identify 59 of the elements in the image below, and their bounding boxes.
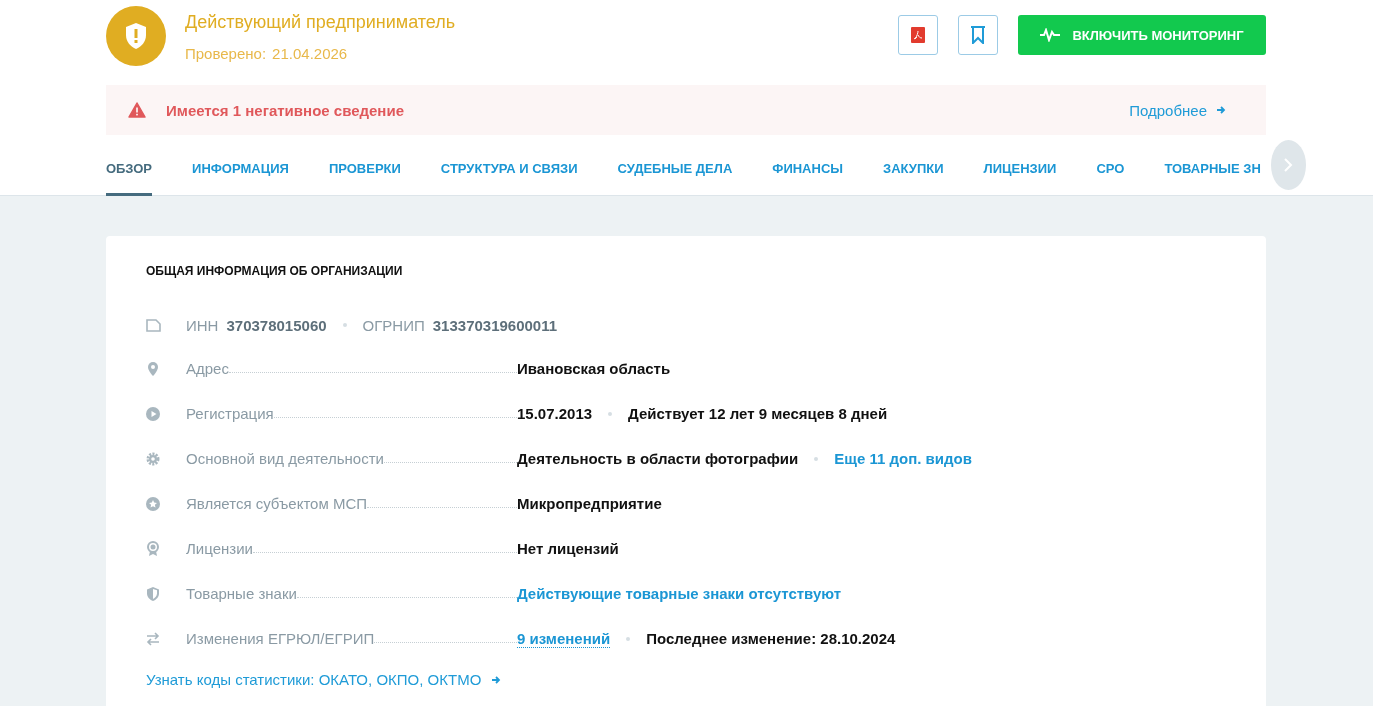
shield-warning-icon (106, 6, 166, 66)
field-label: Является субъектом МСП (186, 495, 367, 512)
id-value: 313370319600011 (432, 316, 558, 334)
tab[interactable]: ЗАКУПКИ (883, 134, 944, 196)
field-label: Адрес (186, 360, 229, 377)
field-label: Основной вид деятельности (186, 450, 384, 467)
value-link[interactable]: 9 изменений (517, 629, 611, 648)
tab[interactable]: ПРОВЕРКИ (328, 134, 401, 196)
checked-date: 21.04.2026 (272, 45, 348, 62)
chevron-right-icon (1283, 157, 1294, 173)
swap-arrows-icon (146, 630, 162, 647)
tab[interactable]: СТРУКТУРА И СВЯЗИ (440, 134, 578, 196)
separator-dot (814, 456, 819, 461)
field-value: Последнее изменение: 28.10.2024 (646, 630, 896, 647)
section-title: ОБЩАЯ ИНФОРМАЦИЯ ОБ ОРГАНИЗАЦИИ (146, 264, 404, 278)
document-icon (146, 318, 162, 332)
separator-dot (608, 411, 613, 416)
pulse-icon (1040, 28, 1061, 42)
arrow-right-icon (491, 674, 502, 685)
company-status: Действующий предприниматель (185, 12, 456, 33)
tab[interactable]: СРО (1096, 134, 1125, 196)
tab[interactable]: ФИНАНСЫ (772, 134, 843, 196)
value-link[interactable]: Действующие товарные знаки отсутствуют (517, 585, 842, 602)
field-value: Ивановская область (517, 360, 671, 377)
id-label: ИНН (186, 316, 219, 334)
field-label: Регистрация (186, 405, 274, 422)
field-value: Деятельность в области фотографии (517, 450, 799, 467)
pdf-icon (911, 27, 925, 43)
arrow-right-icon (1216, 105, 1226, 115)
tab[interactable]: СУДЕБНЫЕ ДЕЛА (617, 134, 733, 196)
separator-dot (626, 636, 631, 641)
pdf-button[interactable] (898, 15, 938, 55)
tab[interactable]: ТОВАРНЫЕ ЗН (1164, 134, 1261, 196)
details-link[interactable]: Подробнее (1129, 101, 1226, 119)
bookmark-button[interactable] (958, 15, 998, 55)
tab[interactable]: ЛИЦЕНЗИИ (983, 134, 1057, 196)
id-value: 370378015060 (226, 316, 327, 334)
statistics-codes-link[interactable]: Узнать коды статистики: ОКАТО, ОКПО, ОКТМО (146, 671, 1226, 688)
field-value: 15.07.2013 (517, 405, 593, 422)
medal-icon (146, 540, 162, 557)
tab[interactable]: ОБЗОР (106, 134, 153, 196)
field-label: Товарные знаки (186, 585, 297, 602)
play-icon (146, 405, 162, 422)
monitoring-button[interactable]: ВКЛЮЧИТЬ МОНИТОРИНГ (1018, 15, 1266, 55)
shield-icon (146, 585, 162, 602)
field-value: Микропредприятие (517, 495, 662, 512)
checked-label: Проверено: (185, 45, 267, 62)
tab[interactable]: ИНФОРМАЦИЯ (192, 134, 289, 196)
alert-message: Имеется 1 негативное сведение (166, 101, 404, 119)
field-label: Лицензии (186, 540, 253, 557)
warning-icon (128, 102, 146, 118)
bookmark-icon (970, 26, 986, 44)
separator-dot (342, 323, 347, 327)
id-label: ОГРНИП (362, 316, 425, 334)
field-value: Нет лицензий (517, 540, 619, 557)
field-value: Действует 12 лет 9 месяцев 8 дней (628, 405, 888, 422)
value-link[interactable]: Еще 11 доп. видов (834, 450, 972, 467)
field-label: Изменения ЕГРЮЛ/ЕГРИП (186, 630, 375, 647)
gear-icon (146, 450, 162, 467)
